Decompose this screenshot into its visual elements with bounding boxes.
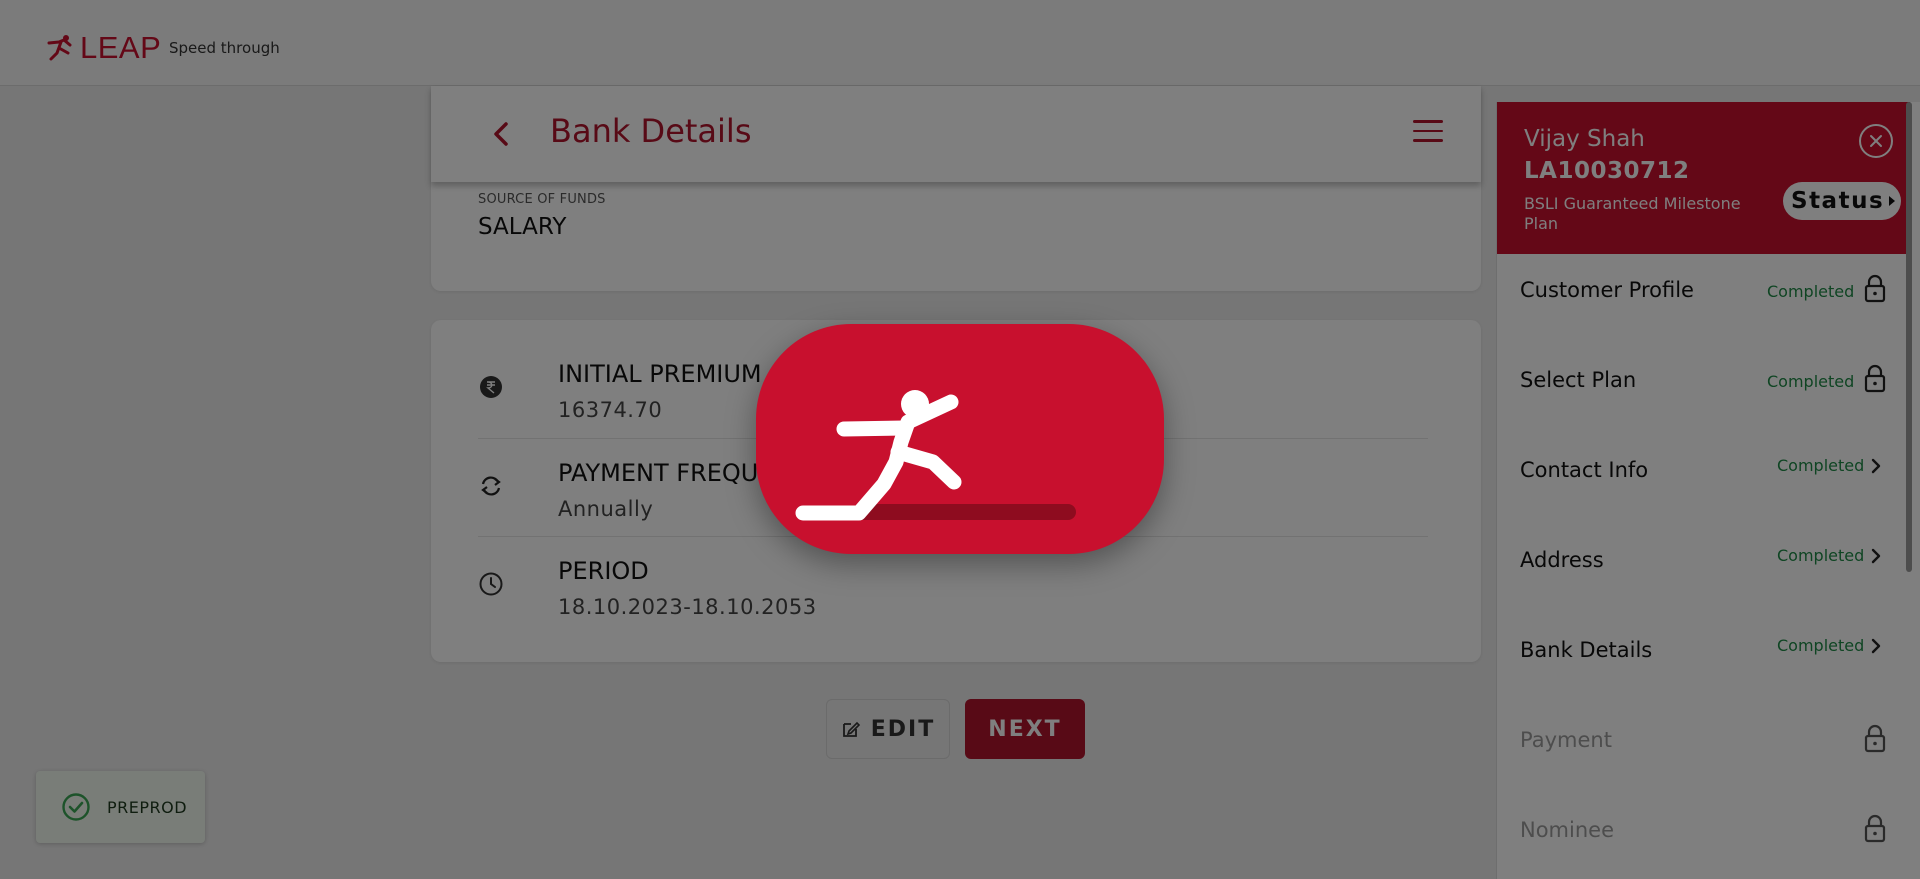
runner-icon xyxy=(795,390,1076,521)
loading-spinner xyxy=(756,324,1164,554)
